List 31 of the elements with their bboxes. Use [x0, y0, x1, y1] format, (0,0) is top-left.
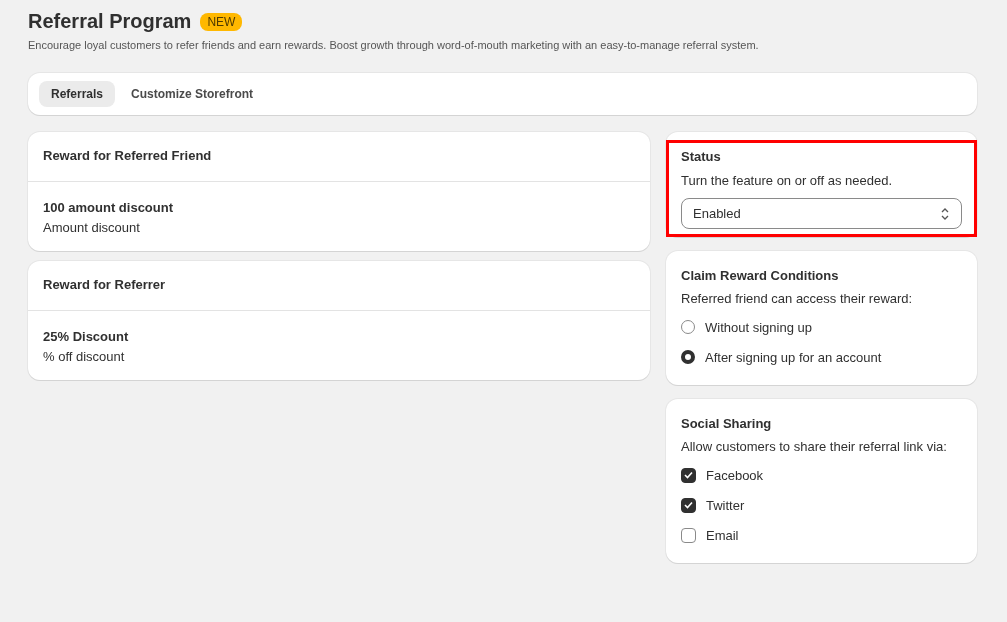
radio-button[interactable]: [681, 350, 695, 364]
new-badge: NEW: [200, 12, 243, 31]
page-title: Referral Program: [28, 10, 192, 33]
reward-name: 25% Discount: [43, 329, 130, 344]
card-title: Claim Reward Conditions: [681, 268, 840, 283]
radio-button[interactable]: [681, 320, 695, 334]
card-title: Social Sharing: [681, 416, 773, 431]
card-title: Reward for Referrer: [43, 277, 167, 292]
card-description: Allow customers to share their referral link via:: [681, 439, 948, 454]
option-label: After signing up for an account: [705, 349, 882, 365]
checkbox[interactable]: [681, 527, 696, 543]
card-title: Reward for Referred Friend: [43, 148, 213, 163]
page-description: Encourage loyal customers to refer friends and earn rewards. Boost growth through word-of-mouth marketing with an easy-to-manage referral system.: [28, 39, 760, 51]
checkbox[interactable]: [681, 497, 696, 513]
card-description: Referred friend can access their reward:: [681, 291, 914, 306]
reward-type: Amount discount: [43, 220, 141, 235]
option-label: Email: [706, 527, 739, 543]
checkmark-icon: [684, 471, 693, 479]
card-title: Status: [681, 149, 722, 164]
option-label: Without signing up: [705, 319, 812, 335]
reward-type: % off discount: [43, 349, 126, 364]
option-label: Facebook: [706, 467, 764, 483]
card-description: Turn the feature on or off as needed.: [681, 173, 894, 188]
tab[interactable]: Customize Storefront: [119, 81, 266, 107]
checkmark-icon: [684, 501, 693, 509]
option-label: Twitter: [706, 497, 745, 513]
status-select[interactable]: Enabled: [681, 198, 962, 229]
checkbox[interactable]: [681, 467, 696, 483]
reward-name: 100 amount discount: [43, 200, 175, 215]
tab[interactable]: Referrals: [39, 81, 116, 107]
chevron-up-down-icon: [940, 206, 950, 221]
